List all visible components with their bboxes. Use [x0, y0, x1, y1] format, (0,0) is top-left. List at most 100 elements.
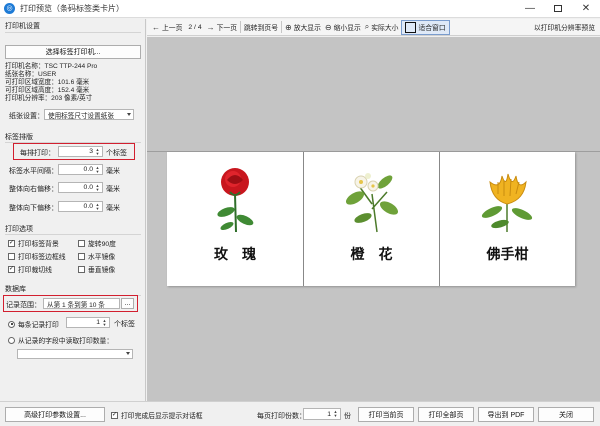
orange-blossom-illustration-icon: [345, 173, 399, 233]
checkbox-icon: [8, 252, 15, 260]
each-record-label: 每条记录打印: [18, 322, 59, 329]
select-printer-button[interactable]: 选择标签打印机...: [5, 45, 141, 59]
chevron-down-icon: [127, 112, 131, 116]
window-title: 打印预览（条码标签类卡片）: [20, 4, 124, 13]
prev-page-button[interactable]: ← 上一页: [152, 22, 183, 33]
right-offset-value: 0.0: [83, 184, 93, 191]
right-offset-stepper[interactable]: 0.0 ▲ ▼: [58, 182, 103, 193]
zoom-in-button[interactable]: ⊕ 放大显示: [285, 22, 321, 33]
h-spacing-label: 标签水平间隔：: [9, 168, 58, 175]
bottom-bar: 高级打印参数设置... ✓ 打印完成后显示提示对话框 每页打印份数： 1 ▲ ▼ 份…: [0, 401, 600, 426]
label-name: 佛手柑: [486, 247, 529, 263]
chevron-down-icon: [126, 352, 130, 355]
print-background-label: 打印标签背景: [18, 241, 59, 248]
minimize-button[interactable]: —: [516, 0, 544, 18]
toolbar-separator: [240, 21, 242, 33]
settings-panel: 打印机设置 选择标签打印机... 打印机名称：TSC TTP-244 Pro 纸…: [0, 19, 146, 401]
printer-resolution: 打印机分辨率：203 像素/英寸: [5, 95, 93, 102]
stepper-arrows-icon[interactable]: ▲ ▼: [94, 183, 101, 192]
stepper-arrows-icon[interactable]: ▲ ▼: [94, 202, 101, 211]
each-record-value: 1: [96, 319, 100, 326]
v-mirror-checkbox[interactable]: 垂直镜像: [78, 264, 115, 274]
show-dialog-checkbox[interactable]: ✓ 打印完成后显示提示对话框: [111, 410, 203, 420]
print-all-pages-button[interactable]: 打印全部页: [418, 407, 474, 422]
stepper-arrows-icon[interactable]: ▲ ▼: [332, 409, 339, 419]
title-bar: ◎ 打印预览（条码标签类卡片） — ✕: [0, 0, 600, 18]
down-offset-stepper[interactable]: 0.0 ▲ ▼: [58, 201, 103, 212]
h-spacing-stepper[interactable]: 0.0 ▲ ▼: [58, 164, 103, 175]
printer-settings-title: 打印机设置: [5, 23, 40, 30]
paper-setting-label: 纸张设置：: [9, 113, 44, 120]
zoom-out-label: 缩小显示: [333, 25, 361, 32]
page-indicator: 2 / 4: [188, 23, 202, 31]
checkbox-icon: [78, 239, 85, 247]
maximize-button[interactable]: [544, 0, 572, 18]
print-border-checkbox[interactable]: 打印标签边框线: [8, 251, 66, 261]
zoom-in-icon: ⊕: [285, 22, 292, 32]
close-button[interactable]: 关闭: [538, 407, 594, 422]
arrow-right-icon: →: [206, 22, 215, 32]
stepper-arrows-icon[interactable]: ▲ ▼: [94, 165, 101, 174]
print-current-page-button[interactable]: 打印当前页: [358, 407, 414, 422]
paper-setting-select[interactable]: 使用标签尺寸设置纸张: [44, 109, 134, 120]
paper-setting-value: 使用标签尺寸设置纸张: [48, 112, 114, 120]
checkmark-icon: ✓: [111, 411, 118, 419]
next-page-label: 下一页: [216, 25, 238, 32]
jump-page-button[interactable]: 跳转到页号: [244, 22, 278, 32]
print-border-label: 打印标签边框线: [18, 254, 66, 261]
printable-height: 可打印区域高度：152.4 毫米: [5, 87, 90, 94]
copies-stepper[interactable]: 1 ▲ ▼: [303, 408, 341, 420]
down-offset-label: 整体向下偏移：: [9, 205, 58, 212]
h-spacing-value: 0.0: [83, 166, 93, 173]
actual-size-button[interactable]: ⌕ 实际大小: [365, 22, 399, 32]
label-page: 玫 瑰 橙 花 佛手柑: [167, 152, 575, 286]
arrow-left-icon: ←: [152, 22, 160, 32]
each-record-radio[interactable]: 每条记录打印: [8, 319, 59, 329]
fit-window-button[interactable]: 适合窗口: [401, 19, 450, 35]
zoom-out-button[interactable]: ⊖ 缩小显示: [325, 22, 361, 33]
label-card-orange-blossom: 橙 花: [304, 152, 440, 286]
h-mirror-checkbox[interactable]: 水平镜像: [78, 251, 115, 261]
highlight-box-record-range: [3, 295, 138, 312]
copies-value: 1: [327, 410, 331, 418]
print-cutline-checkbox[interactable]: ✓ 打印裁切线: [8, 264, 52, 274]
each-record-unit: 个标签: [114, 321, 135, 328]
highlight-box-per-row: [13, 143, 135, 160]
checkmark-icon: ✓: [8, 239, 15, 247]
zoom-in-label: 放大显示: [293, 25, 321, 32]
label-card-rose: 玫 瑰: [167, 152, 304, 286]
from-field-label: 从记录的字段中读取打印数量：: [18, 338, 114, 345]
print-options-title: 打印选项: [5, 226, 33, 233]
label-name: 玫 瑰: [214, 247, 256, 263]
down-offset-unit: 毫米: [106, 205, 120, 212]
from-field-radio[interactable]: 从记录的字段中读取打印数量：: [8, 335, 113, 345]
fit-window-label: 适合窗口: [418, 25, 446, 32]
advanced-settings-button[interactable]: 高级打印参数设置...: [5, 407, 105, 422]
stepper-arrows-icon[interactable]: ▲ ▼: [101, 318, 108, 327]
printable-width: 可打印区域宽度：101.6 毫米: [5, 79, 90, 86]
paper-name: 纸张名称：USER: [5, 71, 57, 78]
prev-page-label: 上一页: [162, 25, 183, 32]
printer-resolution-preview-button[interactable]: 以打印机分辨率预览: [534, 22, 595, 32]
rotate90-checkbox[interactable]: 旋转90度: [78, 238, 116, 248]
each-record-stepper[interactable]: 1 ▲ ▼: [66, 317, 110, 328]
field-select[interactable]: [17, 349, 133, 359]
bergamot-illustration-icon: [481, 173, 533, 232]
print-background-checkbox[interactable]: ✓ 打印标签背景: [8, 238, 59, 248]
v-mirror-label: 垂直镜像: [88, 267, 116, 274]
next-page-button[interactable]: → 下一页: [206, 22, 238, 33]
checkbox-icon: [78, 265, 85, 273]
close-window-button[interactable]: ✕: [572, 0, 600, 18]
copies-label: 每页打印份数：: [257, 413, 306, 420]
label-name: 橙 花: [350, 247, 393, 263]
divider: [5, 234, 141, 235]
export-pdf-button[interactable]: 导出到 PDF: [478, 407, 534, 422]
actual-size-label: 实际大小: [371, 25, 399, 32]
h-spacing-unit: 毫米: [106, 168, 120, 175]
rotate90-label: 旋转90度: [88, 241, 116, 248]
copies-unit: 份: [344, 413, 351, 420]
database-title: 数据库: [5, 286, 26, 293]
right-offset-unit: 毫米: [106, 186, 120, 193]
show-dialog-label: 打印完成后显示提示对话框: [121, 413, 203, 420]
app-icon: ◎: [4, 3, 15, 14]
